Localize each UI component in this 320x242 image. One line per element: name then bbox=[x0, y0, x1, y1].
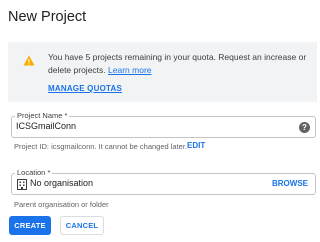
project-id-text: Project ID: icsgmailconn. It cannot be c… bbox=[14, 142, 188, 151]
cancel-button[interactable]: CANCEL bbox=[60, 216, 104, 235]
edit-project-id-button[interactable]: EDIT bbox=[187, 141, 205, 150]
create-button[interactable]: CREATE bbox=[9, 216, 51, 235]
quota-notice: You have 5 projects remaining in your qu… bbox=[8, 42, 317, 102]
learn-more-link[interactable]: Learn more bbox=[108, 65, 151, 75]
page-title: New Project bbox=[8, 9, 87, 25]
quota-message: You have 5 projects remaining in your qu… bbox=[48, 51, 310, 77]
manage-quotas-link[interactable]: MANAGE QUOTAS bbox=[48, 84, 122, 93]
quota-message-text: You have 5 projects remaining in your qu… bbox=[48, 52, 307, 75]
organisation-icon bbox=[17, 179, 27, 190]
location-hint: Parent organisation or folder bbox=[14, 200, 109, 209]
location-label: Location * bbox=[15, 168, 53, 178]
project-name-input[interactable]: ICSGmailConn bbox=[16, 121, 76, 131]
help-icon[interactable]: ? bbox=[299, 122, 310, 133]
project-name-label: Project Name * bbox=[15, 111, 70, 121]
warning-icon bbox=[23, 55, 35, 66]
location-field[interactable]: Location * No organisation BROWSE bbox=[11, 168, 316, 195]
project-name-field[interactable]: Project Name * ICSGmailConn ? bbox=[11, 111, 316, 138]
browse-button[interactable]: BROWSE bbox=[272, 179, 308, 188]
location-value: No organisation bbox=[30, 178, 94, 188]
